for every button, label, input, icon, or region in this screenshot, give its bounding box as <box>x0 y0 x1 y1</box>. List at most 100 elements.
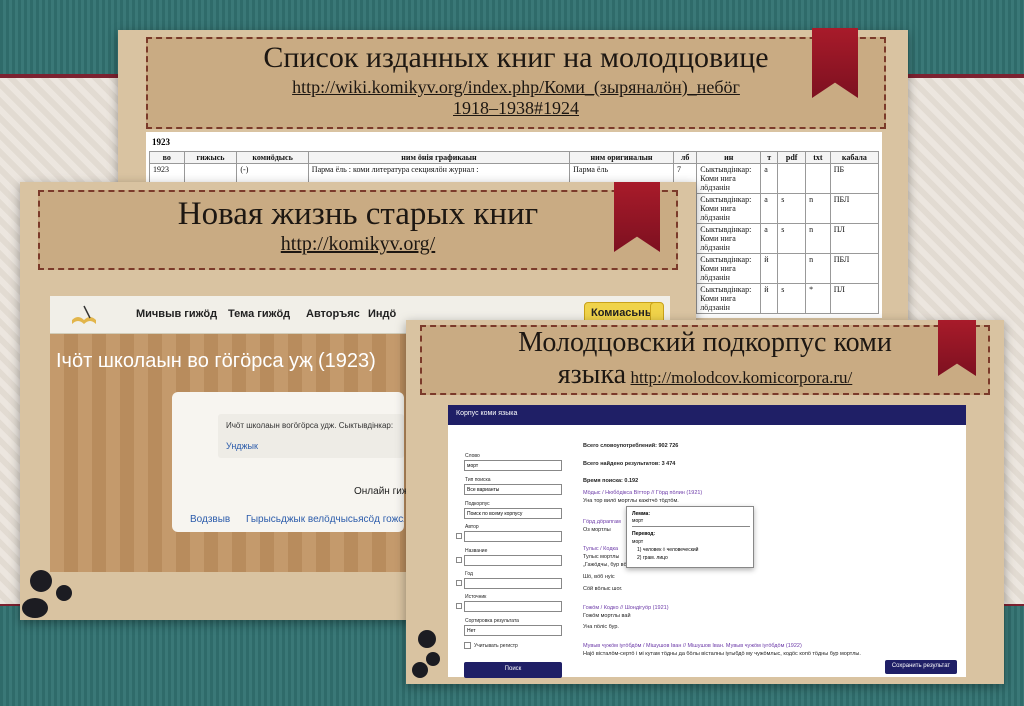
lemma-label: Лемма: <box>632 511 651 517</box>
sort-label: Сортировка результата <box>465 618 519 624</box>
table-header-cell: txt <box>805 151 831 164</box>
save-result-button[interactable]: Сохранить результат <box>885 660 957 674</box>
author-input[interactable] <box>464 531 562 542</box>
paw-decoration-icon <box>56 585 72 601</box>
table-header-cell: комиӧдысь <box>236 151 309 164</box>
search-type-select[interactable]: Все варианты <box>464 484 562 495</box>
word-input[interactable]: морт <box>464 460 562 471</box>
table-cell-txt[interactable] <box>805 163 831 194</box>
table-cell-pdf[interactable]: s <box>777 193 807 224</box>
lemma-value: морт <box>632 518 644 524</box>
table-cell-t: а <box>760 223 779 254</box>
table-cell-t: а <box>760 193 779 224</box>
paw-decoration-icon <box>426 652 440 666</box>
subcorpus-select[interactable]: Поиск по всему корпусу <box>464 508 562 519</box>
table-header-cell: лб <box>672 151 698 164</box>
table-cell-kab: ПЛ <box>829 223 880 254</box>
book-details-panel <box>172 392 404 532</box>
total-words-stat: Всего словоупотреблений: 902 726 <box>583 443 679 449</box>
card1-title-box: Список изданных книг на молодцовице http… <box>146 37 886 129</box>
card2-link[interactable]: http://komikyv.org/ <box>40 233 676 256</box>
more-link[interactable]: Унджык <box>226 441 258 451</box>
source-checkbox[interactable] <box>456 603 462 609</box>
footer-link-next[interactable]: Гырысьджык велӧдчысьясӧд гожся у <box>246 514 404 525</box>
table-cell-pdf[interactable] <box>777 253 807 284</box>
search-time-stat: Время поиска: 0.192 <box>583 478 639 484</box>
nav-item-index[interactable]: Индӧ <box>368 308 396 320</box>
title-input[interactable] <box>464 555 562 566</box>
title-checkbox[interactable] <box>456 557 462 563</box>
sense-2: 2) грам. лицо <box>637 555 668 561</box>
table-cell-in: Сыктывдінкар: Коми нига лӧдзанін <box>696 223 762 254</box>
card3-title-line2: языка <box>557 359 627 390</box>
paw-decoration-icon <box>22 598 48 618</box>
result-snippet: Најӧ вісталӧм-сертӧ і мі кутам тӧдны да … <box>583 651 861 657</box>
table-header-cell: гижысь <box>183 151 238 164</box>
result-snippet: „Гажӧдчы, бур вӧв! <box>583 562 632 568</box>
result-snippet: Уна тор вилӧ мортлы кажітчӧ тӧдтӧм. <box>583 498 679 504</box>
card1-year: 1923 <box>152 137 170 147</box>
register-checkbox[interactable] <box>464 642 471 649</box>
table-cell-kab: ПБЛ <box>829 253 880 284</box>
table-header-cell: кабала <box>829 151 880 164</box>
footer-link-prev[interactable]: Водзвыв <box>190 514 230 525</box>
table-cell-txt[interactable]: n <box>805 253 831 284</box>
author-checkbox[interactable] <box>456 533 462 539</box>
nav-item-authors[interactable]: Авторъяс <box>306 308 360 320</box>
table-cell-t: а <box>760 163 779 194</box>
subcorpus-label: Подкорпус <box>465 501 490 507</box>
table-cell-txt[interactable]: n <box>805 193 831 224</box>
table-cell-in: Сыктывдінкар: Коми нига лӧдзанін <box>696 193 762 224</box>
year-input[interactable] <box>464 578 562 589</box>
result-snippet: Сӧй вӧлыс шог. <box>583 586 623 592</box>
table-cell-pdf[interactable]: s <box>777 223 807 254</box>
result-title-link[interactable]: Мувыв чужӧм іугӧбдӧм / Мішушов Іван // М… <box>583 643 802 649</box>
card2-title: Новая жизнь старых книг <box>177 196 539 232</box>
table-header-cell: ин <box>696 151 762 164</box>
result-snippet: Шӧ, вӧб нуіс <box>583 574 615 580</box>
word-label: Слово <box>465 453 480 459</box>
results-found-stat: Всего найдено результатов: 3 474 <box>583 461 676 467</box>
table-cell-t: й <box>760 283 779 314</box>
card1-link-line2[interactable]: 1918–1938#1924 <box>148 98 884 119</box>
table-cell-t: й <box>760 253 779 284</box>
paw-decoration-icon <box>418 630 436 648</box>
lemma-popup: Лемма: морт Перевод: морт 1) человек ◊ ч… <box>626 506 754 568</box>
table-cell-kab: ПБЛ <box>829 193 880 224</box>
card3-title: Молодцовский подкорпус коми <box>518 327 892 358</box>
card2-title-box: Новая жизнь старых книг http://komikyv.o… <box>38 190 678 270</box>
table-cell-pdf[interactable] <box>777 163 807 194</box>
card1-link-line1[interactable]: http://wiki.komikyv.org/index.php/Коми_(… <box>148 77 884 98</box>
nav-item-topics[interactable]: Тема гижӧд <box>228 308 290 320</box>
card2-page-heading: Ічӧт школаын во гӧгӧрса уҗ (1923) <box>56 350 376 372</box>
register-label: Учитывать регистр <box>474 643 518 649</box>
result-title-link[interactable]: Гӧрд дӧрапгам <box>583 519 621 525</box>
table-header-cell: ним оригиналын <box>569 151 674 164</box>
source-input[interactable] <box>464 601 562 612</box>
year-checkbox[interactable] <box>456 580 462 586</box>
result-snippet: Тулыс мортлы <box>583 554 620 560</box>
result-snippet: Гожӧм мортлы вай <box>583 613 631 619</box>
book-logo-icon <box>70 302 98 328</box>
online-read-label[interactable]: Онлайн гиж <box>354 486 409 497</box>
nav-item-home[interactable]: Мичвыв гижӧд <box>136 308 217 320</box>
table-cell-txt[interactable]: * <box>805 283 831 314</box>
table-header-cell: т <box>760 151 779 164</box>
result-title-link[interactable]: Тулыс / Кодка <box>583 546 618 552</box>
paw-decoration-icon <box>412 662 428 678</box>
table-cell-txt[interactable]: n <box>805 223 831 254</box>
author-label: Автор <box>465 524 479 530</box>
sense-1: 1) человек ◊ человеческий <box>637 547 699 553</box>
table-header-cell: во <box>149 151 185 164</box>
result-title-link[interactable]: Мӧдыс / Нюбӧдікса Віттор // Гӧрд пӧлин (… <box>583 490 702 496</box>
table-header-cell: pdf <box>777 151 807 164</box>
translation-label: Перевод: <box>632 531 656 537</box>
card3-link[interactable]: http://molodcov.komicorpora.ru/ <box>631 368 853 387</box>
table-cell-kab: ПБ <box>829 163 880 194</box>
search-button[interactable]: Поиск <box>464 662 562 678</box>
table-cell-pdf[interactable]: s <box>777 283 807 314</box>
sort-select[interactable]: Нет <box>464 625 562 636</box>
corpus-header: Корпус коми языка <box>448 405 966 425</box>
source-label: Источник <box>465 594 487 600</box>
result-title-link[interactable]: Гожӧм / Кодко // Шондігуӧр (1921) <box>583 605 669 611</box>
